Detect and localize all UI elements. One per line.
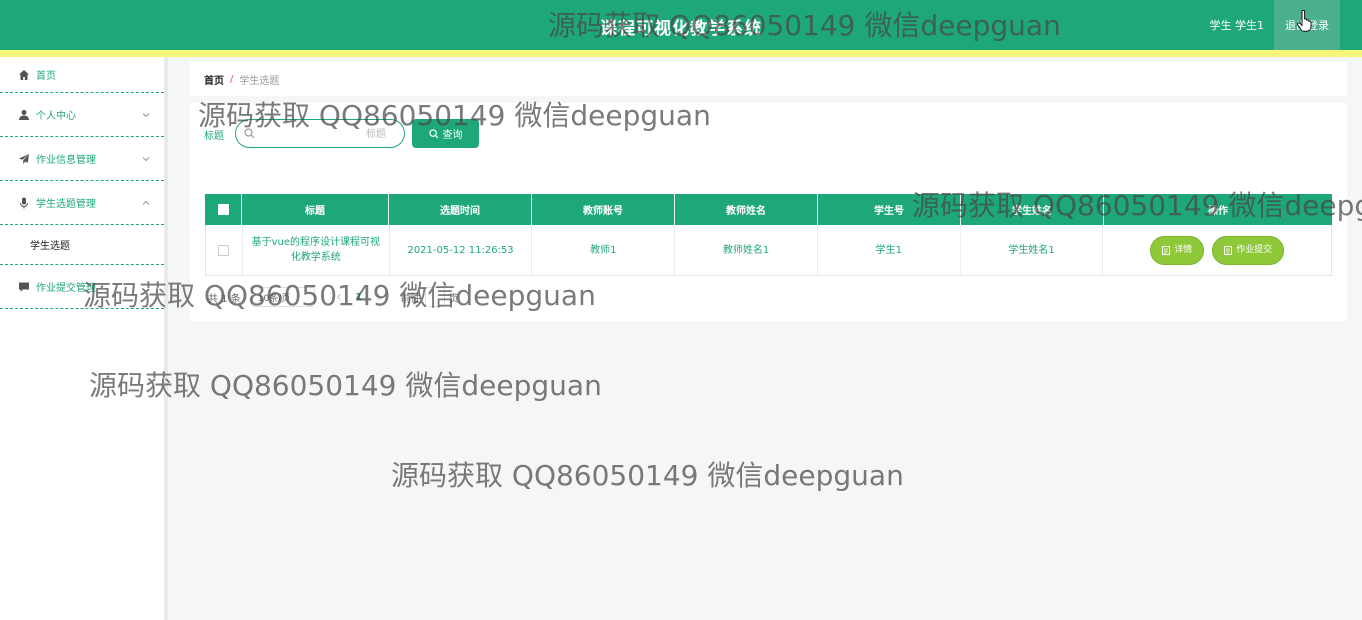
select-all-cell	[205, 194, 242, 225]
page-number[interactable]: 1	[349, 287, 369, 307]
select-all-checkbox[interactable]	[217, 204, 229, 215]
sidebar-item-label: 作业信息管理	[36, 155, 96, 166]
app-title: 课程可视化教学系统	[600, 19, 762, 39]
page-size-select[interactable]: 10条/页	[250, 287, 315, 307]
column-header: 教师姓名	[675, 194, 818, 225]
sidebar: 首页 个人中心 作业信息管理 学生选题管理 学生选题 作业提交管理	[0, 57, 168, 620]
header-accent-stripe	[0, 50, 1362, 57]
chevron-down-icon	[142, 112, 150, 117]
chevron-up-icon	[142, 200, 150, 205]
goto-page-input[interactable]	[424, 287, 445, 307]
prev-page-button[interactable]	[329, 287, 349, 307]
search-label: 标题	[204, 131, 224, 142]
pagination: 共 1 条 10条/页 1 前往 页	[208, 286, 459, 308]
main-panel: 标题 查询 标题 选题时间 教师账号 教师姓名 学生号 学生姓名 操作 基于vu…	[190, 103, 1347, 321]
sidebar-item-label: 个人中心	[36, 111, 76, 122]
cell-student-name: 学生姓名1	[961, 225, 1104, 275]
sidebar-item-topic-selection[interactable]: 学生选题管理	[0, 181, 164, 225]
current-user-label: 学生 学生1	[1209, 19, 1265, 32]
sidebar-item-label: 首页	[36, 71, 56, 82]
sidebar-item-homework-info[interactable]: 作业信息管理	[0, 137, 164, 181]
query-button[interactable]: 查询	[412, 119, 479, 148]
sidebar-item-label: 学生选题管理	[36, 199, 96, 210]
page-unit-label: 页	[448, 293, 459, 305]
query-button-label: 查询	[442, 130, 463, 141]
column-header: 学生姓名	[961, 194, 1104, 225]
top-header: 课程可视化教学系统 学生 学生1 退出登录	[0, 0, 1362, 50]
chat-icon	[19, 282, 29, 292]
breadcrumb-home-link[interactable]: 首页	[204, 72, 224, 87]
chevron-left-icon	[336, 293, 341, 301]
cell-teacher-account: 教师1	[532, 225, 676, 275]
table-row[interactable]: 基于vue的程序设计课程可视化教学系统 2021-05-12 11:26:53 …	[205, 225, 1332, 276]
detail-button[interactable]: 详情	[1150, 235, 1205, 265]
send-icon	[19, 153, 29, 164]
document-icon	[1162, 245, 1171, 255]
sidebar-item-homework-submit[interactable]: 作业提交管理	[0, 265, 164, 309]
column-header: 教师账号	[532, 194, 675, 225]
cell-time: 2021-05-12 11:26:53	[390, 225, 533, 275]
search-icon	[428, 128, 439, 139]
next-page-button[interactable]	[369, 287, 389, 307]
sidebar-item-profile[interactable]: 个人中心	[0, 93, 164, 137]
column-header: 标题	[242, 194, 389, 225]
column-header: 选题时间	[389, 194, 532, 225]
hand-cursor-icon	[1297, 10, 1312, 32]
chevron-down-icon	[142, 156, 150, 161]
breadcrumb: 首页 / 学生选题	[190, 62, 1347, 96]
row-checkbox[interactable]	[218, 244, 230, 256]
cell-teacher-name: 教师姓名1	[675, 225, 818, 275]
data-table: 标题 选题时间 教师账号 教师姓名 学生号 学生姓名 操作 基于vue的程序设计…	[205, 194, 1332, 276]
sidebar-item-label: 作业提交管理	[36, 283, 96, 294]
submit-homework-button[interactable]: 作业提交	[1212, 235, 1285, 265]
mic-icon	[20, 197, 28, 208]
watermark: 源码获取 QQ86050149 微信deepguan	[391, 459, 904, 492]
detail-button-label: 详情	[1174, 244, 1193, 255]
breadcrumb-separator: /	[230, 73, 234, 85]
sidebar-item-home[interactable]: 首页	[0, 57, 164, 93]
chevron-right-icon	[376, 293, 381, 301]
search-icon	[244, 128, 255, 139]
column-header: 操作	[1208, 206, 1228, 217]
search-box	[235, 119, 405, 148]
document-icon	[1224, 245, 1233, 255]
goto-label: 前往	[400, 293, 421, 305]
user-icon	[19, 109, 29, 120]
cell-title: 基于vue的程序设计课程可视化教学系统	[243, 225, 390, 275]
home-icon	[19, 69, 29, 80]
search-input[interactable]	[260, 125, 400, 143]
row-select-cell	[206, 225, 243, 275]
table-header: 标题 选题时间 教师账号 教师姓名 学生号 学生姓名 操作	[205, 194, 1332, 225]
submit-homework-button-label: 作业提交	[1236, 244, 1273, 255]
column-header: 学生号	[818, 194, 961, 225]
breadcrumb-current: 学生选题	[239, 75, 280, 87]
pagination-total: 共 1 条	[208, 293, 241, 305]
cell-student-no: 学生1	[818, 225, 961, 275]
cell-actions: 详情 作业提交	[1103, 225, 1331, 275]
sidebar-subitem-student-topic[interactable]: 学生选题	[0, 225, 164, 265]
